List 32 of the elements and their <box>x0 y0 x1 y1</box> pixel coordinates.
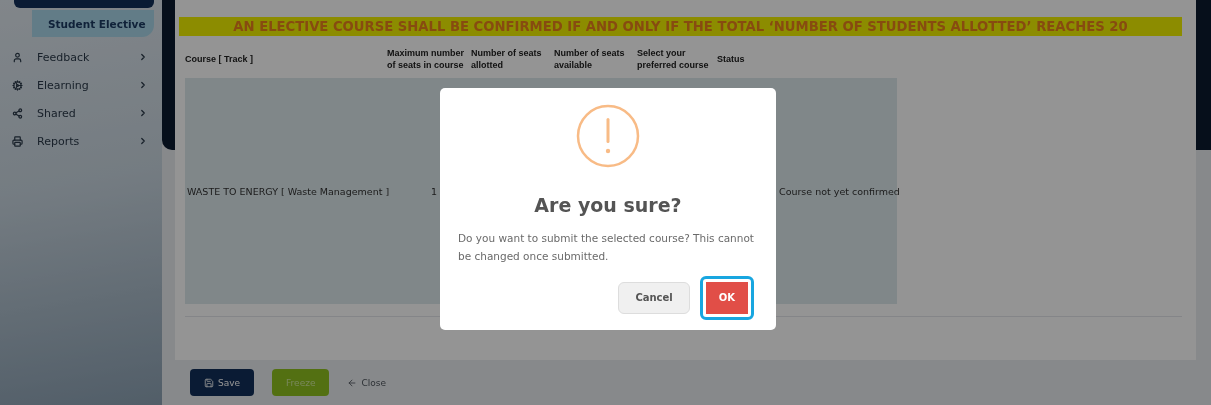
table-cell: WASTE TO ENERGY [ Waste Management ] <box>187 185 390 197</box>
column-header: Maximum number of seats in course <box>387 46 465 72</box>
menu-icon <box>12 135 23 147</box>
footer-button[interactable]: Save <box>190 369 255 396</box>
sidebar-subitem[interactable]: Student Elective <box>32 10 154 37</box>
dialog-title: Are you sure? <box>534 194 682 216</box>
cancel-button[interactable]: Cancel <box>618 281 690 314</box>
column-header: Status <box>717 52 746 66</box>
arrow-left-icon <box>347 377 358 388</box>
menu-icon <box>12 107 23 119</box>
sidebar-item[interactable]: Reports <box>0 127 162 155</box>
chevron-icon <box>138 52 148 62</box>
column-header: Number of seats allotted <box>471 46 543 72</box>
column-header: Course [ Track ] <box>185 52 255 66</box>
sidebar-item[interactable]: Shared <box>0 99 162 127</box>
column-header: Number of seats available <box>554 46 626 72</box>
sidebar-item[interactable]: Elearning <box>0 71 162 99</box>
close-link[interactable]: Close <box>347 369 386 396</box>
chevron-icon <box>138 108 148 118</box>
table-cell: Course not yet confirmed <box>779 185 900 197</box>
menu-icon <box>12 51 23 63</box>
dialog-message: Do you want to submit the selected course? This cannot be changed once submitted. <box>458 231 755 264</box>
sidebar-item[interactable]: Feedback <box>0 43 162 71</box>
notice-banner: AN ELECTIVE COURSE SHALL BE CONFIRMED IF AND ONLY IF THE TOTAL ‘NUMBER OF STUDENTS ALLOTTED’ REACHES 20 <box>179 17 1182 36</box>
chevron-icon <box>138 80 148 90</box>
chevron-icon <box>138 136 148 146</box>
column-header: Select your preferred course <box>637 46 710 72</box>
save-icon <box>204 377 214 388</box>
ok-button[interactable]: OK <box>699 275 754 320</box>
warning-icon <box>576 104 640 168</box>
menu-icon <box>12 79 23 91</box>
table-cell: 1 <box>431 185 438 197</box>
